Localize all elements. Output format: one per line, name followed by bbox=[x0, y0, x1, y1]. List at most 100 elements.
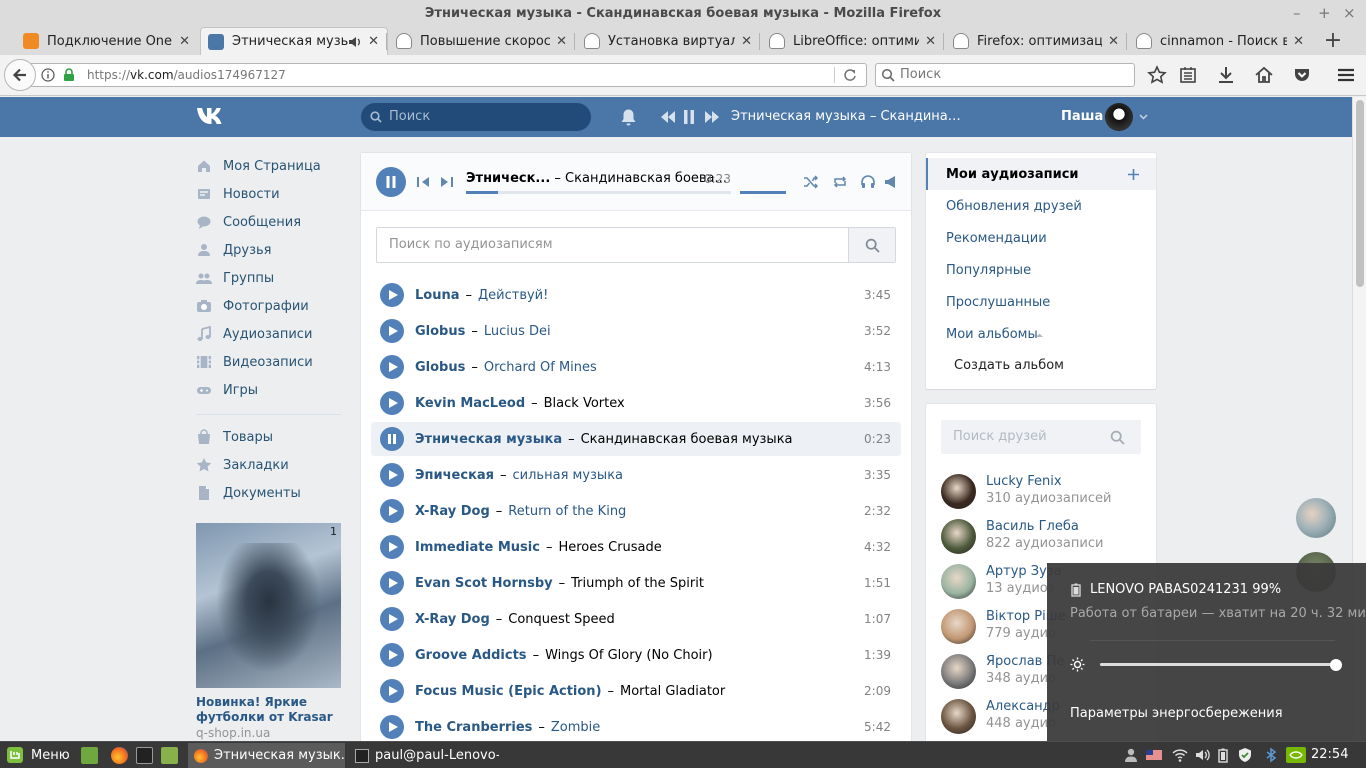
track-play-button[interactable] bbox=[380, 715, 404, 739]
section-item[interactable]: Популярные bbox=[946, 263, 1031, 278]
info-icon[interactable] bbox=[41, 68, 55, 82]
left-menu-item-groups[interactable]: Группы bbox=[196, 264, 356, 292]
tab-3[interactable]: Повышение скорос... ✕ bbox=[389, 27, 575, 55]
maximize-button[interactable]: + bbox=[1318, 0, 1331, 27]
hamburger-menu-icon[interactable] bbox=[1336, 65, 1356, 85]
terminal-launcher-icon[interactable] bbox=[136, 747, 153, 764]
next-track-icon[interactable] bbox=[704, 110, 719, 124]
track-pause-button[interactable] bbox=[380, 427, 404, 451]
clock[interactable]: 22:54 bbox=[1311, 742, 1348, 768]
left-menu-item-games[interactable]: Игры bbox=[196, 376, 356, 404]
friend-avatar[interactable] bbox=[941, 609, 976, 644]
brightness-slider[interactable] bbox=[1100, 663, 1336, 666]
show-desktop-icon[interactable] bbox=[81, 747, 98, 764]
close-tab-icon[interactable]: ✕ bbox=[1293, 34, 1304, 49]
close-tab-icon[interactable]: ✕ bbox=[368, 34, 379, 49]
left-menu-item-photos[interactable]: Фотографии bbox=[196, 292, 356, 320]
files-launcher-icon[interactable] bbox=[161, 747, 178, 764]
firefox-launcher-icon[interactable] bbox=[111, 747, 128, 764]
left-menu-item-messages[interactable]: Сообщения bbox=[196, 208, 356, 236]
left-menu-item-video[interactable]: Видеозаписи bbox=[196, 348, 356, 376]
pocket-icon[interactable] bbox=[1292, 65, 1312, 85]
user-icon[interactable] bbox=[1123, 747, 1139, 763]
track-artist[interactable]: The Cranberries bbox=[415, 720, 532, 735]
tab-5[interactable]: LibreOffice: оптими... ✕ bbox=[762, 27, 944, 55]
track-artist[interactable]: Этническая музыка bbox=[415, 432, 562, 447]
reload-icon[interactable] bbox=[843, 68, 857, 82]
section-item[interactable]: Прослушанные bbox=[946, 295, 1050, 310]
track-title[interactable]: сильная музыка bbox=[513, 468, 623, 483]
track-play-button[interactable] bbox=[380, 607, 404, 631]
section-item[interactable]: Рекомендации bbox=[946, 231, 1047, 246]
us-flag-icon[interactable] bbox=[1146, 747, 1162, 763]
track-title[interactable]: Действуй! bbox=[478, 288, 548, 303]
wifi-icon[interactable] bbox=[1172, 747, 1188, 763]
friend-avatar[interactable] bbox=[941, 564, 976, 599]
friends-search-input[interactable]: Поиск друзей bbox=[941, 420, 1141, 454]
track-title[interactable]: Zombie bbox=[551, 720, 600, 735]
left-menu-item-home[interactable]: Моя Страница bbox=[196, 152, 356, 180]
home-icon[interactable] bbox=[1254, 65, 1274, 85]
promo-image[interactable]: 1 bbox=[196, 523, 341, 688]
vk-search-input[interactable]: Поиск bbox=[361, 103, 591, 131]
track-row[interactable]: Evan Scot Hornsby – Triumph of the Spirit 1… bbox=[371, 566, 901, 600]
track-row[interactable]: X-Ray Dog – Conquest Speed 1:07 bbox=[371, 602, 901, 636]
track-play-button[interactable] bbox=[380, 319, 404, 343]
pause-icon[interactable] bbox=[683, 109, 695, 125]
track-artist[interactable]: X-Ray Dog bbox=[415, 504, 490, 519]
speaker-icon[interactable] bbox=[348, 35, 362, 49]
brightness-handle[interactable] bbox=[1330, 659, 1342, 671]
track-row[interactable]: Globus – Orchard Of Mines 4:13 bbox=[371, 350, 901, 384]
track-play-button[interactable] bbox=[380, 679, 404, 703]
bell-icon[interactable] bbox=[620, 108, 637, 126]
track-play-button[interactable] bbox=[380, 535, 404, 559]
previous-track-icon[interactable] bbox=[415, 174, 431, 190]
audio-search-input[interactable]: Поиск по аудиозаписям bbox=[376, 227, 896, 263]
broadcast-icon[interactable] bbox=[883, 174, 899, 190]
track-artist[interactable]: Globus bbox=[415, 360, 465, 375]
close-window-button[interactable]: × bbox=[1343, 0, 1356, 27]
track-row[interactable]: Globus – Lucius Dei 3:52 bbox=[371, 314, 901, 348]
left-menu-item-market[interactable]: Товары bbox=[196, 423, 356, 451]
track-artist[interactable]: Globus bbox=[415, 324, 465, 339]
section-item[interactable]: Обновления друзей bbox=[946, 199, 1082, 214]
track-row[interactable]: Immediate Music – Heroes Crusade 4:32 bbox=[371, 530, 901, 564]
track-row[interactable]: Kevin MacLeod – Black Vortex 3:56 bbox=[371, 386, 901, 420]
tab-1[interactable]: Подключение One... ✕ bbox=[16, 27, 198, 55]
tab-7[interactable]: cinnamon - Поиск в ... ✕ bbox=[1129, 27, 1312, 55]
bookmark-star-icon[interactable] bbox=[1147, 65, 1167, 85]
track-row[interactable]: Focus Music (Epic Action) – Mortal Gladiat… bbox=[371, 674, 901, 708]
create-album-link[interactable]: Создать альбом bbox=[954, 358, 1064, 373]
promo-link[interactable]: q-shop.in.ua bbox=[196, 726, 270, 740]
track-artist[interactable]: Эпическая bbox=[415, 468, 494, 483]
scrollbar-thumb[interactable] bbox=[1356, 100, 1364, 287]
header-now-playing[interactable]: Этническая музыка – Скандинавская боевая… bbox=[731, 97, 961, 137]
headphones-icon[interactable] bbox=[860, 174, 876, 190]
left-menu-item-news[interactable]: Новости bbox=[196, 180, 356, 208]
track-play-button[interactable] bbox=[380, 643, 404, 667]
new-tab-button[interactable]: + bbox=[1322, 27, 1344, 55]
track-row[interactable]: Louna – Действуй! 3:45 bbox=[371, 278, 901, 312]
left-menu-item-documents[interactable]: Документы bbox=[196, 479, 356, 507]
track-play-button[interactable] bbox=[380, 463, 404, 487]
close-tab-icon[interactable]: ✕ bbox=[925, 34, 936, 49]
audio-search-button[interactable] bbox=[848, 228, 895, 262]
next-track-icon[interactable] bbox=[439, 174, 455, 190]
chevron-up-icon[interactable] bbox=[1035, 332, 1044, 338]
close-tab-icon[interactable]: ✕ bbox=[179, 34, 190, 49]
track-artist[interactable]: Kevin MacLeod bbox=[415, 396, 525, 411]
bluetooth-icon[interactable] bbox=[1263, 747, 1279, 763]
nvidia-icon[interactable] bbox=[1286, 747, 1306, 763]
player-progress-bar[interactable] bbox=[466, 191, 731, 194]
tab-4[interactable]: Установка виртуал... ✕ bbox=[577, 27, 760, 55]
track-row[interactable]: X-Ray Dog – Return of the King 2:32 bbox=[371, 494, 901, 528]
user-avatar[interactable] bbox=[1105, 103, 1133, 131]
track-title[interactable]: Lucius Dei bbox=[484, 324, 551, 339]
back-button[interactable] bbox=[4, 59, 36, 91]
side-avatar[interactable] bbox=[1296, 498, 1336, 538]
track-play-button[interactable] bbox=[380, 571, 404, 595]
track-row[interactable]: Эпическая – сильная музыка 3:35 bbox=[371, 458, 901, 492]
track-play-button[interactable] bbox=[380, 499, 404, 523]
download-icon[interactable] bbox=[1216, 65, 1236, 85]
power-settings-link[interactable]: Параметры энергосбережения bbox=[1070, 706, 1283, 721]
